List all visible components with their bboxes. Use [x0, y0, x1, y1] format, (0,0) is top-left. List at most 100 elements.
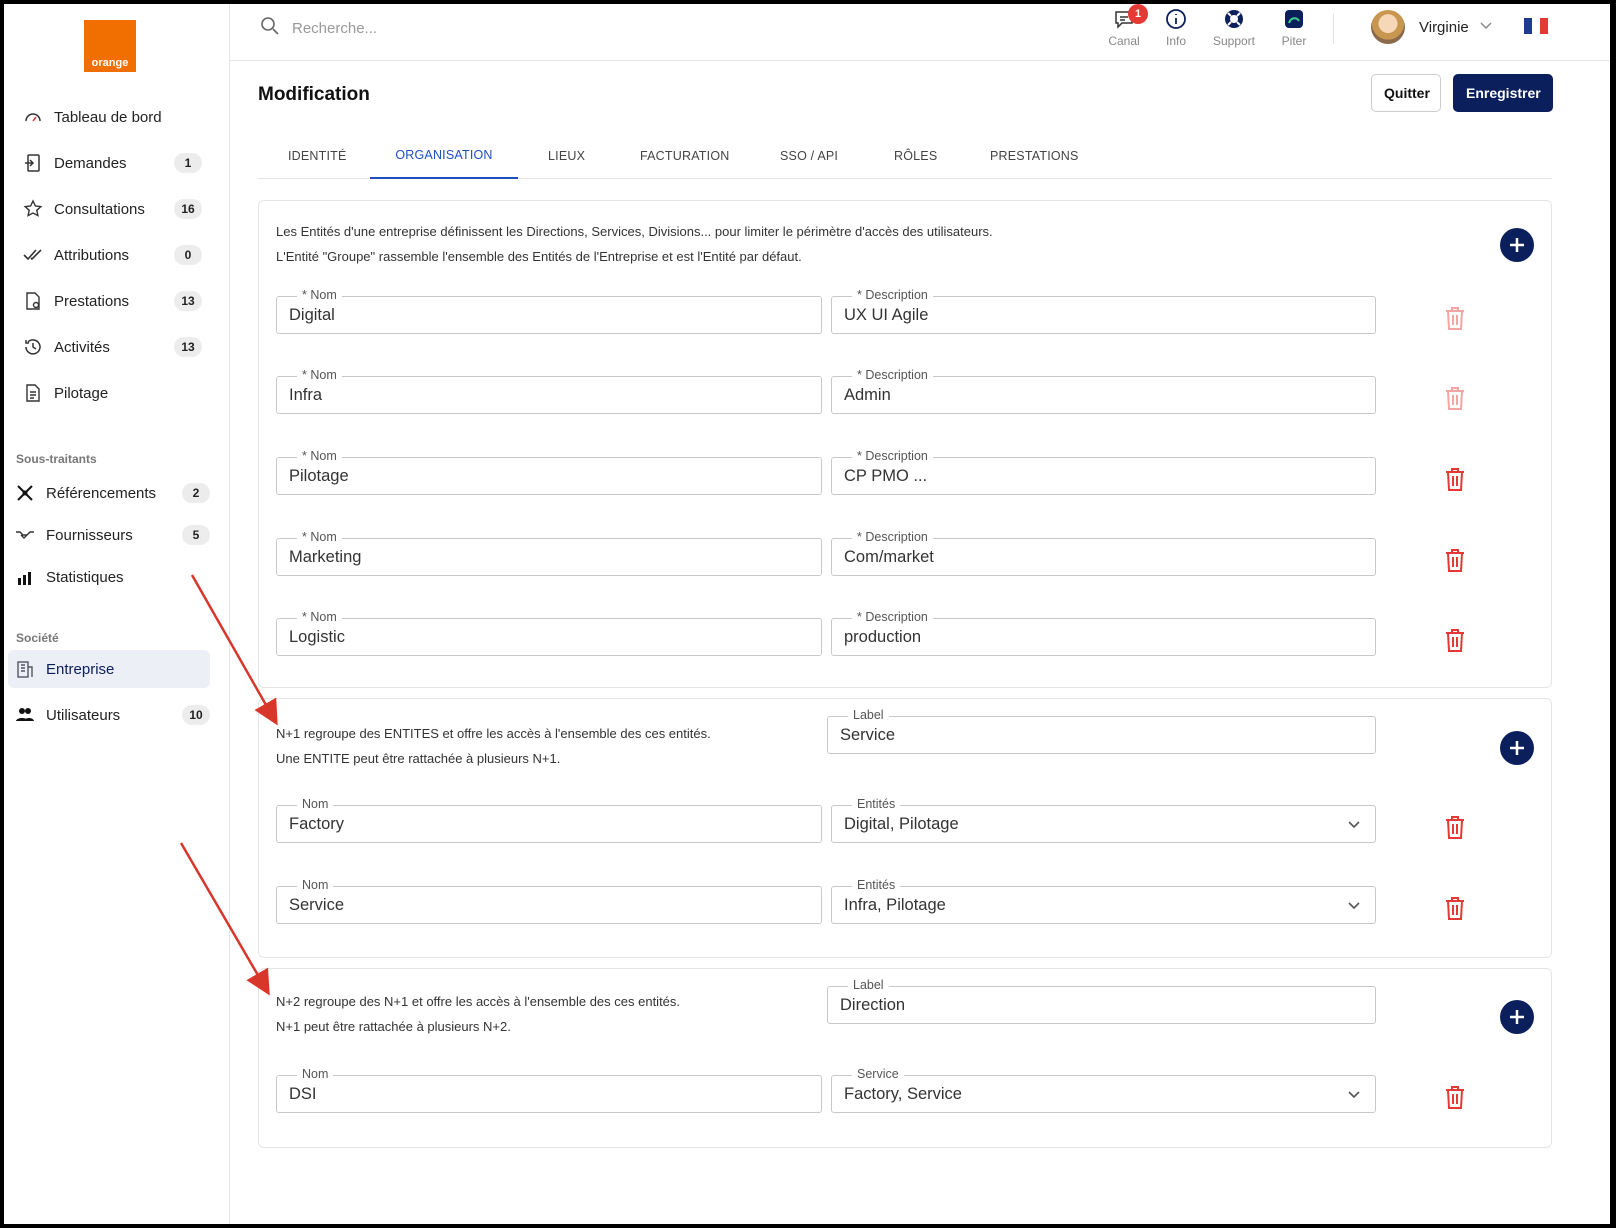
count-badge: 13 [174, 337, 202, 357]
n1-entities-select[interactable]: Entités Infra, Pilotage [831, 878, 1376, 924]
entity-name-field[interactable]: * Nom Logistic [276, 610, 822, 656]
sidebar: orange Tableau de bord Demandes 1 Consul… [4, 4, 230, 1224]
quit-button[interactable]: Quitter [1371, 74, 1441, 112]
delete-entity-button[interactable] [1443, 466, 1467, 492]
sidebar-item-activites[interactable]: Activités 13 [22, 332, 202, 362]
sidebar-item-utilisateurs[interactable]: Utilisateurs 10 [14, 700, 210, 730]
field-legend: * Description [852, 288, 933, 302]
sidebar-item-dashboard[interactable]: Tableau de bord [22, 102, 202, 132]
field-value: Service [289, 896, 345, 914]
info-button[interactable]: Info [1148, 8, 1204, 48]
sidebar-item-fournisseurs[interactable]: Fournisseurs 5 [14, 520, 210, 550]
tab-facturation[interactable]: FACTURATION [624, 132, 745, 179]
support-button[interactable]: Support [1206, 8, 1262, 48]
entity-name-field[interactable]: * Nom Infra [276, 368, 822, 414]
orange-logo[interactable]: orange [84, 20, 136, 72]
n2-label-field[interactable]: Label Direction [827, 978, 1376, 1024]
info-icon [1165, 8, 1187, 30]
tab-lieux[interactable]: LIEUX [532, 132, 601, 179]
user-name: Virginie [1419, 18, 1469, 36]
entity-description-field[interactable]: * Description UX UI Agile [831, 288, 1376, 334]
n1-name-field[interactable]: Nom Factory [276, 797, 822, 843]
field-legend: * Nom [297, 368, 342, 382]
field-value: CP PMO ... [844, 467, 928, 485]
save-button[interactable]: Enregistrer [1453, 74, 1553, 112]
tab-identite[interactable]: IDENTITÉ [272, 132, 363, 179]
count-badge: 16 [174, 199, 202, 219]
entity-name-field[interactable]: * Nom Marketing [276, 530, 822, 576]
user-menu[interactable]: Virginie [1371, 10, 1493, 44]
field-legend: * Nom [297, 449, 342, 463]
trash-icon [1446, 468, 1464, 491]
field-legend: Label [848, 708, 889, 722]
info-label: Info [1165, 34, 1186, 48]
field-legend: * Description [852, 530, 933, 544]
sidebar-item-entreprise[interactable]: Entreprise [8, 650, 210, 688]
handshake-icon [14, 524, 36, 546]
delete-entity-button[interactable] [1443, 627, 1467, 653]
add-n1-button[interactable] [1500, 731, 1534, 765]
sidebar-item-label: Activités [54, 338, 110, 356]
add-n2-button[interactable] [1500, 1000, 1534, 1034]
entity-name-field[interactable]: * Nom Digital [276, 288, 822, 334]
n1-entities-select[interactable]: Entités Digital, Pilotage [831, 797, 1376, 843]
n1-name-field[interactable]: Nom Service [276, 878, 822, 924]
entity-name-field[interactable]: * Nom Pilotage [276, 449, 822, 495]
french-flag-icon[interactable] [1524, 18, 1548, 34]
sidebar-item-consultations[interactable]: Consultations 16 [22, 194, 202, 224]
document-settings-icon [22, 290, 44, 312]
sidebar-item-referencements[interactable]: Référencements 2 [14, 478, 210, 508]
field-value: UX UI Agile [844, 306, 929, 324]
sidebar-item-label: Prestations [54, 292, 130, 310]
gauge-icon [22, 106, 44, 128]
sidebar-item-label: Tableau de bord [54, 108, 162, 126]
sidebar-item-attributions[interactable]: Attributions 0 [22, 240, 202, 270]
sidebar-item-statistiques[interactable]: Statistiques [14, 562, 210, 592]
n1-label-field[interactable]: Label Service [827, 708, 1376, 754]
n1-description-note: Une ENTITE peut être rattachée à plusieu… [276, 751, 561, 766]
field-value: Factory, Service [844, 1085, 962, 1103]
entity-description-field[interactable]: * Description Com/market [831, 530, 1376, 576]
field-value: DSI [289, 1085, 317, 1103]
field-value: Digital [289, 306, 335, 324]
plus-icon [1510, 741, 1524, 755]
sidebar-item-pilotage[interactable]: Pilotage [22, 378, 202, 408]
chart-icon [14, 566, 36, 588]
search-input[interactable] [292, 20, 592, 37]
n2-service-select[interactable]: Service Factory, Service [831, 1067, 1376, 1113]
field-legend: * Description [852, 368, 933, 382]
tab-prestations[interactable]: PRESTATIONS [974, 132, 1095, 179]
entity-description-field[interactable]: * Description CP PMO ... [831, 449, 1376, 495]
topbar: 1 Canal Info Support Piter Virginie [230, 4, 1610, 61]
sidebar-item-label: Consultations [54, 200, 145, 218]
chevron-down-icon [1348, 902, 1360, 910]
delete-n2-button[interactable] [1443, 1084, 1467, 1110]
delete-entity-button[interactable] [1443, 385, 1467, 411]
piter-button[interactable]: Piter [1266, 8, 1322, 48]
tab-organisation[interactable]: ORGANISATION [370, 132, 518, 179]
n2-name-field[interactable]: Nom DSI [276, 1067, 822, 1113]
building-icon [14, 658, 36, 680]
field-value: Admin [844, 386, 891, 404]
entity-description-field[interactable]: * Description production [831, 610, 1376, 656]
entity-description-field[interactable]: * Description Admin [831, 368, 1376, 414]
chevron-down-icon [1479, 18, 1493, 37]
delete-entity-button[interactable] [1443, 305, 1467, 331]
field-legend: Entités [852, 878, 901, 892]
field-value: Service [840, 726, 896, 744]
tab-sso-api[interactable]: SSO / API [764, 132, 854, 179]
field-value: Digital, Pilotage [844, 815, 959, 833]
field-legend: * Nom [297, 610, 342, 624]
field-value: production [844, 628, 922, 646]
tab-roles[interactable]: RÔLES [878, 132, 953, 179]
canal-button[interactable]: 1 Canal [1096, 4, 1152, 48]
delete-entity-button[interactable] [1443, 547, 1467, 573]
add-entity-button[interactable] [1500, 228, 1534, 262]
delete-n1-button[interactable] [1443, 814, 1467, 840]
sidebar-item-demandes[interactable]: Demandes 1 [22, 148, 202, 178]
field-value: Direction [840, 996, 906, 1014]
sidebar-item-prestations[interactable]: Prestations 13 [22, 286, 202, 316]
trash-icon [1446, 1086, 1464, 1109]
delete-n1-button[interactable] [1443, 895, 1467, 921]
entities-card: Les Entités d'une entreprise définissent… [258, 200, 1552, 688]
